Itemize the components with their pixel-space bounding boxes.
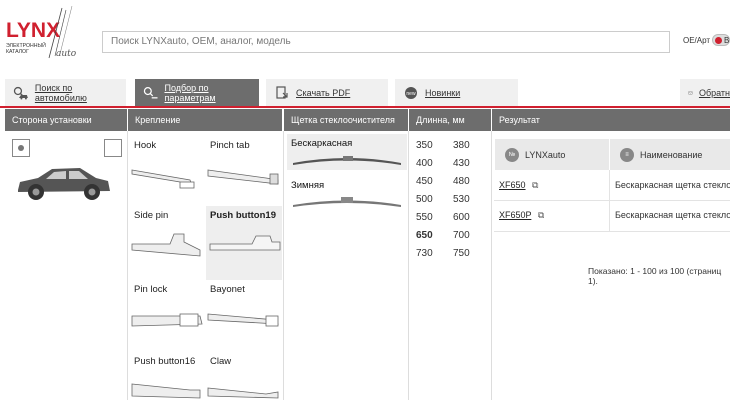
logo-script: auto bbox=[56, 49, 77, 59]
external-link-icon[interactable]: ⧉ bbox=[538, 210, 544, 220]
logo-tagline-2: КАТАЛОГ bbox=[6, 49, 29, 55]
length-option-400[interactable]: 400 bbox=[416, 158, 433, 169]
mount-bayonet-image[interactable] bbox=[206, 302, 282, 338]
side-checkbox-right[interactable] bbox=[104, 139, 122, 157]
logo-graphic: LYNX auto ЭЛЕКТРОННЫЙ КАТАЛОГ bbox=[6, 5, 77, 59]
result-header-code[interactable]: № LYNXauto bbox=[495, 139, 609, 170]
new-items-icon: new bbox=[405, 86, 417, 99]
tab-download-pdf[interactable]: Скачать PDF bbox=[266, 79, 388, 106]
oe-art-label: OE/Арт bbox=[683, 36, 711, 45]
result-header-name-label: Наименование bbox=[640, 149, 703, 160]
list-badge-icon: ≡ bbox=[620, 147, 634, 162]
mount-push-button19-image[interactable] bbox=[208, 228, 282, 268]
mount-push-button16-image[interactable] bbox=[130, 374, 204, 400]
toggle-knob bbox=[715, 37, 722, 44]
mount-label-claw: Claw bbox=[210, 356, 232, 367]
length-option-530[interactable]: 530 bbox=[453, 194, 470, 205]
search-placeholder: Поиск LYNXauto, OEM, аналог, модель bbox=[111, 36, 291, 47]
tabs-accent-line bbox=[0, 106, 730, 108]
mount-claw-image[interactable] bbox=[206, 374, 282, 400]
side-checkbox-left[interactable] bbox=[12, 139, 30, 157]
mount-label-pinch-tab: Pinch tab bbox=[210, 140, 250, 151]
result-name: Бескаркасная щетка стеклоочи bbox=[615, 210, 730, 220]
winter-blade-image[interactable] bbox=[291, 193, 403, 209]
mount-pinch-tab-image[interactable] bbox=[206, 160, 282, 194]
result-row[interactable]: XF650P ⧉ bbox=[499, 210, 544, 221]
length-option-600[interactable]: 600 bbox=[453, 212, 470, 223]
tab-label: Новинки bbox=[425, 87, 461, 98]
tab-label: Скачать PDF bbox=[296, 87, 351, 98]
result-code-link[interactable]: XF650P bbox=[499, 210, 531, 220]
row-divider bbox=[494, 231, 730, 232]
external-link-icon[interactable]: ⧉ bbox=[532, 180, 538, 190]
column-divider bbox=[283, 131, 284, 400]
tab-label: Поиск по автомобилю bbox=[34, 82, 87, 103]
wiper-label-winter[interactable]: Зимняя bbox=[291, 180, 324, 191]
column-header-result: Результат bbox=[492, 109, 730, 131]
logo-brand: LYNX bbox=[6, 19, 60, 42]
column-header-wiper: Щетка стеклоочистителя bbox=[284, 109, 408, 131]
number-badge-icon: № bbox=[505, 147, 519, 162]
tab-feedback[interactable]: Обратн bbox=[680, 79, 730, 106]
length-option-380[interactable]: 380 bbox=[453, 140, 470, 151]
feedback-icon bbox=[688, 91, 693, 94]
search-input[interactable]: Поиск LYNXauto, OEM, аналог, модель bbox=[102, 31, 670, 53]
pdf-icon bbox=[276, 85, 288, 99]
tab-search-by-parameters[interactable]: Подбор по параметрам bbox=[135, 79, 259, 106]
column-header-length: Длинна, мм bbox=[409, 109, 491, 131]
mount-hook-image[interactable] bbox=[130, 160, 204, 194]
length-option-480[interactable]: 480 bbox=[453, 176, 470, 187]
column-header-side: Сторона установки bbox=[5, 109, 127, 131]
pagination-info: Показано: 1 - 100 из 100 (страниц 1). bbox=[588, 266, 722, 286]
wiper-frameless-option[interactable]: Бескаркасная bbox=[287, 134, 407, 170]
mount-label-hook: Hook bbox=[134, 140, 157, 151]
result-column-divider bbox=[609, 170, 610, 231]
length-option-500[interactable]: 500 bbox=[416, 194, 433, 205]
checkbox-selected-dot bbox=[18, 145, 24, 151]
column-header-mount: Крепление bbox=[128, 109, 282, 131]
length-option-450[interactable]: 450 bbox=[416, 176, 433, 187]
parameters-search-icon bbox=[143, 86, 158, 98]
tab-label: Обратн bbox=[698, 87, 730, 98]
length-option-350[interactable]: 350 bbox=[416, 140, 433, 151]
mount-side-pin-image[interactable] bbox=[130, 228, 204, 268]
car-search-icon bbox=[13, 86, 28, 99]
length-option-430[interactable]: 430 bbox=[453, 158, 470, 169]
result-code-link[interactable]: XF650 bbox=[499, 180, 526, 190]
mount-label-push-button16: Push button16 bbox=[134, 356, 196, 367]
tab-label: Подбор по параметрам bbox=[164, 82, 216, 103]
wiper-label-frameless: Бескаркасная bbox=[291, 138, 353, 149]
mount-label-push-button19: Push button19 bbox=[210, 210, 276, 221]
tab-new-items[interactable]: new Новинки bbox=[395, 79, 518, 106]
frameless-blade-image bbox=[293, 156, 401, 165]
length-option-550[interactable]: 550 bbox=[416, 212, 433, 223]
result-header-name[interactable]: ≡ Наименование bbox=[610, 139, 730, 170]
result-name: Бескаркасная щетка стеклоочи bbox=[615, 180, 730, 190]
mount-pin-lock-image[interactable] bbox=[130, 302, 204, 338]
column-divider bbox=[491, 131, 492, 400]
length-option-650[interactable]: 650 bbox=[416, 230, 433, 241]
result-row[interactable]: XF650 ⧉ bbox=[499, 180, 538, 191]
column-divider bbox=[127, 131, 128, 400]
lynx-logo[interactable]: LYNX auto ЭЛЕКТРОННЫЙ КАТАЛОГ bbox=[6, 5, 78, 64]
toggle-state-text: ВК bbox=[724, 36, 730, 45]
svg-text:new: new bbox=[406, 91, 416, 97]
mount-label-bayonet: Bayonet bbox=[210, 284, 245, 295]
length-option-750[interactable]: 750 bbox=[453, 248, 470, 259]
logo-tagline-1: ЭЛЕКТРОННЫЙ bbox=[6, 41, 46, 49]
length-option-700[interactable]: 700 bbox=[453, 230, 470, 241]
mount-label-pin-lock: Pin lock bbox=[134, 284, 168, 295]
row-divider bbox=[494, 200, 730, 201]
mount-label-side-pin: Side pin bbox=[134, 210, 169, 221]
length-option-730[interactable]: 730 bbox=[416, 248, 433, 259]
tab-search-by-car[interactable]: Поиск по автомобилю bbox=[5, 79, 126, 106]
result-header-code-label: LYNXauto bbox=[525, 149, 566, 160]
car-icon bbox=[18, 168, 110, 200]
column-divider bbox=[408, 131, 409, 400]
